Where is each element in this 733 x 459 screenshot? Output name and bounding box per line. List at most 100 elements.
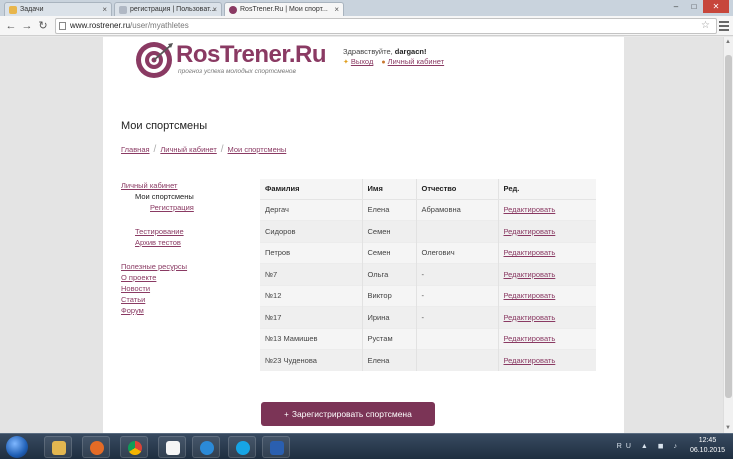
breadcrumb-my-athletes[interactable]: Мои спортсмены (228, 145, 287, 154)
folder-icon (52, 441, 66, 455)
nav-forum[interactable]: Форум (121, 305, 261, 316)
user-icon: ● (381, 59, 386, 66)
start-button[interactable] (6, 436, 28, 458)
cell-surname: №23 Чуденова (260, 349, 362, 371)
cell-name: Семен (361, 220, 416, 242)
firefox-icon (90, 441, 104, 455)
taskbar-skype[interactable] (228, 436, 256, 458)
cell-surname: Петров (260, 241, 362, 264)
nav-registration[interactable]: Регистрация (121, 202, 261, 213)
edit-link[interactable]: Редактировать (504, 356, 556, 365)
column-header-name: Имя (361, 179, 416, 200)
minimize-button[interactable]: – (667, 0, 685, 13)
browser-tab-strip: Задачи × регистрация | Пользоват... × Ro… (0, 0, 733, 16)
reload-icon[interactable]: ↻ (36, 19, 50, 33)
column-header-edit: Ред. (497, 179, 596, 200)
register-athlete-button[interactable]: + Зарегистрировать спортсмена (261, 402, 435, 426)
edit-link[interactable]: Редактировать (504, 227, 556, 236)
rostrener-favicon-icon (229, 6, 237, 14)
cell-edit: Редактировать (497, 198, 596, 221)
nav-useful-resources[interactable]: Полезные ресурсы (121, 261, 261, 272)
taskbar-explorer[interactable] (44, 436, 72, 458)
breadcrumb-home[interactable]: Главная (121, 145, 150, 154)
edit-link[interactable]: Редактировать (504, 205, 556, 214)
nav-news[interactable]: Новости (121, 283, 261, 294)
scroll-down-icon[interactable]: ▼ (725, 425, 731, 431)
cell-edit: Редактировать (497, 284, 596, 307)
bookmark-star-icon[interactable]: ☆ (701, 19, 710, 33)
logout-link[interactable]: Выход (351, 57, 373, 66)
cabinet-link[interactable]: Личный кабинет (388, 57, 444, 66)
close-icon[interactable]: × (212, 5, 217, 14)
table-row: Петров Семен Олегович Редактировать (260, 241, 596, 264)
nav-test-archive[interactable]: Архив тестов (121, 237, 261, 248)
table-row: №17 Ирина - Редактировать (260, 306, 596, 328)
window-close-button[interactable]: ✕ (703, 0, 729, 13)
taskbar-firefox[interactable] (82, 436, 110, 458)
edit-link[interactable]: Редактировать (504, 291, 556, 300)
window-controls: – □ ✕ (667, 0, 729, 14)
taskbar-media[interactable] (158, 436, 186, 458)
logo-text: RosTrener.Ru (176, 41, 327, 68)
page-icon (119, 6, 127, 14)
cell-patronymic: Абрамовна (415, 198, 498, 221)
nav-cabinet[interactable]: Личный кабинет (121, 180, 261, 191)
close-icon[interactable]: × (102, 5, 107, 14)
address-bar[interactable]: www.rostrener.ru/user/myathletes ☆ (55, 18, 717, 34)
welcome-text: Здравствуйте, dargacn! (343, 47, 427, 56)
cell-patronymic: - (415, 306, 498, 328)
taskbar-ie[interactable] (192, 436, 220, 458)
nav-about[interactable]: О проекте (121, 272, 261, 283)
nav-articles[interactable]: Статьи (121, 294, 261, 305)
nav-testing[interactable]: Тестирование (121, 226, 261, 237)
left-navigation: Личный кабинет Мои спортсмены Регистраци… (121, 180, 261, 316)
back-arrow-icon[interactable]: ← (4, 19, 18, 33)
breadcrumb: Главная / Личный кабинет / Мои спортсмены (121, 144, 287, 155)
cell-name: Елена (361, 198, 416, 221)
edit-link[interactable]: Редактировать (504, 313, 556, 322)
table-row: №12 Виктор - Редактировать (260, 284, 596, 307)
edit-link[interactable]: Редактировать (504, 270, 556, 279)
table-header-row: Фамилия Имя Отчество Ред. (260, 179, 596, 200)
nav-my-athletes: Мои спортсмены (135, 192, 194, 201)
table-row: Дергач Елена Абрамовна Редактировать (260, 198, 596, 221)
breadcrumb-cabinet[interactable]: Личный кабинет (160, 145, 216, 154)
maximize-button[interactable]: □ (685, 0, 703, 13)
cell-patronymic (415, 349, 498, 371)
target-logo-icon (136, 42, 173, 78)
cell-patronymic: - (415, 263, 498, 285)
page-scrollbar[interactable]: ▲ ▼ (723, 37, 733, 433)
forward-arrow-icon[interactable]: → (20, 19, 34, 33)
site-logo[interactable]: RosTrener.Ru прогноз успеха молодых спор… (134, 40, 334, 80)
cell-patronymic (415, 327, 498, 350)
edit-link[interactable]: Редактировать (504, 248, 556, 257)
cell-edit: Редактировать (497, 220, 596, 242)
cell-edit: Редактировать (497, 306, 596, 328)
table-row: Сидоров Семен Редактировать (260, 220, 596, 242)
tab-tasks[interactable]: Задачи × (4, 2, 112, 16)
taskbar-word[interactable] (262, 436, 290, 458)
cell-patronymic: - (415, 284, 498, 307)
close-icon[interactable]: × (334, 5, 339, 14)
column-header-surname: Фамилия (260, 179, 362, 200)
table-row: №7 Ольга - Редактировать (260, 263, 596, 285)
chrome-icon (128, 441, 142, 455)
browser-menu-icon[interactable] (719, 19, 729, 31)
tab-registration[interactable]: регистрация | Пользоват... × (114, 2, 222, 16)
taskbar-clock[interactable]: 12:45 06.10.2015 (690, 436, 725, 456)
scrollbar-thumb[interactable] (725, 55, 732, 398)
cell-patronymic: Олегович (415, 241, 498, 264)
cell-surname: Дергач (260, 198, 362, 221)
user-links: ✦ Выход ● Личный кабинет (343, 57, 444, 66)
cell-surname: №13 Мамишев (260, 327, 362, 350)
scroll-up-icon[interactable]: ▲ (725, 39, 731, 45)
cell-name: Семен (361, 241, 416, 264)
language-indicator[interactable]: RU (617, 443, 635, 450)
edit-link[interactable]: Редактировать (504, 334, 556, 343)
cell-name: Рустам (361, 327, 416, 350)
tab-my-athletes[interactable]: RosTrener.Ru | Мои спорт... × (224, 2, 344, 16)
taskbar-chrome[interactable] (120, 436, 148, 458)
cell-name: Ольга (361, 263, 416, 285)
cell-edit: Редактировать (497, 263, 596, 285)
system-tray-icons[interactable]: RU ▲ ◼ ♪ (617, 442, 681, 450)
